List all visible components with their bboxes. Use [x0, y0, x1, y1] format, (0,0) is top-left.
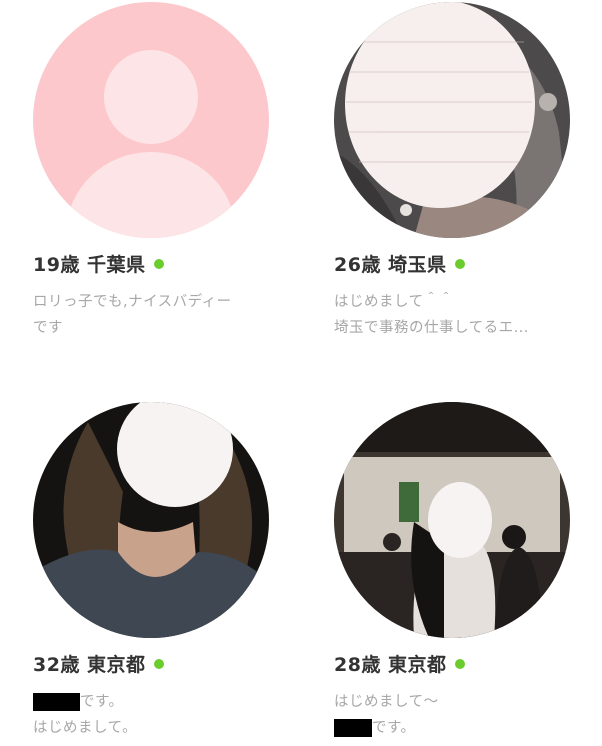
profile-card[interactable]: 26歳 埼玉県 はじめまして＾＾ 埼玉で事務の仕事してるエ...: [334, 2, 594, 341]
profile-meta: 28歳 東京都: [334, 650, 594, 677]
profile-message: はじめまして〜 です。: [334, 689, 594, 741]
profile-avatar[interactable]: [334, 2, 570, 238]
profile-message: ロリっ子でも,ナイスバディー です: [33, 289, 293, 341]
profile-message: はじめまして＾＾ 埼玉で事務の仕事してるエ...: [334, 289, 594, 341]
message-line: です。: [334, 715, 594, 741]
profile-meta: 19歳 千葉県: [33, 250, 293, 277]
profile-age: 32歳: [33, 654, 80, 676]
profile-prefecture: 千葉県: [86, 254, 146, 276]
profile-prefecture: 埼玉県: [387, 254, 447, 276]
online-status-dot: [154, 658, 165, 669]
default-user-avatar-icon: [33, 2, 269, 238]
message-line: はじめまして。: [33, 720, 138, 736]
profile-avatar[interactable]: [334, 402, 570, 638]
profile-meta: 32歳 東京都: [33, 650, 293, 677]
message-text: です。: [80, 694, 124, 710]
profile-prefecture: 東京都: [387, 654, 447, 676]
profile-message: です。 はじめまして。: [33, 689, 293, 741]
profile-avatar[interactable]: [33, 402, 269, 638]
profile-age: 28歳: [334, 654, 381, 676]
online-status-dot: [455, 258, 466, 269]
profile-age: 19歳: [33, 254, 80, 276]
profile-age: 26歳: [334, 254, 381, 276]
profile-prefecture: 東京都: [86, 654, 146, 676]
profile-photo-face-blurred: [33, 402, 269, 638]
online-status-dot: [154, 258, 165, 269]
message-line: はじめまして〜: [334, 694, 439, 710]
message-line: はじめまして＾＾: [334, 294, 454, 310]
profile-avatar[interactable]: [33, 2, 269, 238]
profile-card[interactable]: 19歳 千葉県 ロリっ子でも,ナイスバディー です: [33, 2, 293, 341]
message-line: 埼玉で事務の仕事してるエ...: [334, 320, 529, 336]
profile-photo-face-blurred: [334, 2, 570, 238]
message-text: です。: [372, 720, 416, 736]
profile-card[interactable]: 32歳 東京都 です。 はじめまして。: [33, 402, 293, 741]
redaction-bar: [334, 719, 372, 737]
redaction-bar: [33, 693, 80, 711]
profile-card[interactable]: 28歳 東京都 はじめまして〜 です。: [334, 402, 594, 741]
message-line: ロリっ子でも,ナイスバディー: [33, 294, 232, 310]
profile-meta: 26歳 埼玉県: [334, 250, 594, 277]
message-line: です: [33, 320, 63, 336]
online-status-dot: [455, 658, 466, 669]
profile-photo-face-blurred: [334, 402, 570, 638]
message-line: です。: [33, 689, 293, 715]
